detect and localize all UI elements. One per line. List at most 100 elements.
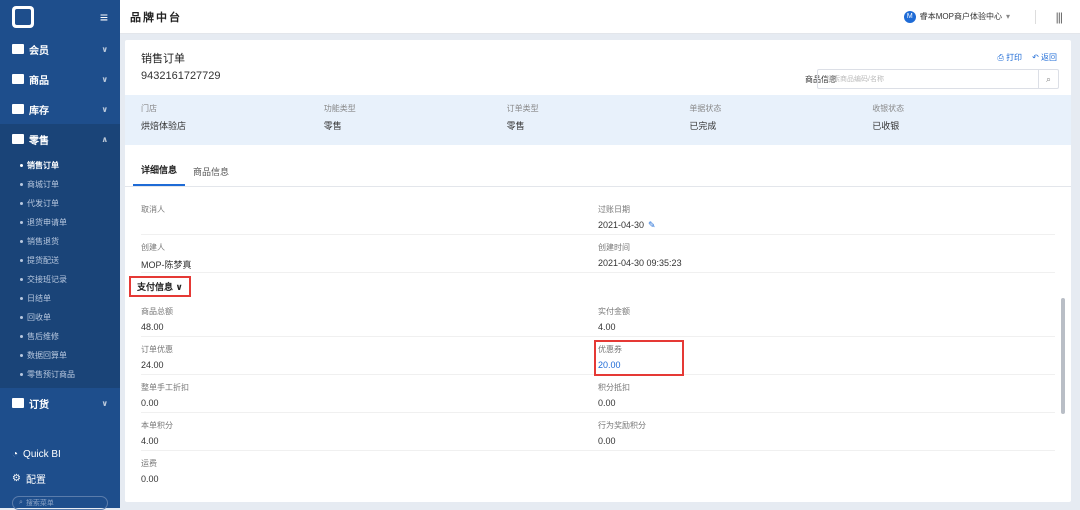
payment-value: 4.00 [598, 322, 616, 332]
goods-search-input[interactable]: 搜索商品编码/名称 ⌕ [817, 69, 1059, 89]
payment-label: 优惠券 [598, 345, 622, 354]
menu-inventory[interactable]: 库存 ∨ [0, 94, 120, 124]
grid-icon[interactable]: ||| [1056, 10, 1063, 24]
sub-label: 销售订单 [27, 161, 59, 170]
quick-bi-link[interactable]: ◔ Quick BI [0, 442, 120, 466]
menu-retail[interactable]: 零售 ∧ [0, 124, 120, 154]
sub-item-dropship-order[interactable]: 代发订单 [0, 194, 120, 213]
tab-goods-info[interactable]: 商品信息 [185, 165, 237, 186]
payment-cell: 订单优惠 24.00 [141, 337, 598, 374]
back-button[interactable]: ↶ 返回 [1032, 52, 1057, 63]
detail-cell: 过账日期 2021-04-30 ✎ [598, 197, 1055, 234]
detail-cell: 创建时间 2021-04-30 09:35:23 [598, 235, 1055, 272]
inventory-icon [12, 104, 24, 114]
expire-value-wrap: 2021-04-30 ✎ [598, 220, 1055, 231]
menu-order-label: 订货 [29, 399, 49, 411]
avatar: M [903, 10, 916, 23]
menu-member[interactable]: 会员 ∨ [0, 34, 120, 64]
payment-value: 0.00 [141, 398, 159, 408]
gear-icon: ⚙ [12, 472, 21, 484]
config-link[interactable]: ⚙ 配置 [0, 466, 120, 490]
quick-bi-icon: ◔ [12, 448, 19, 460]
print-button[interactable]: ⎙ 打印 [997, 52, 1022, 63]
payment-cell: 本单积分 4.00 [141, 413, 598, 450]
summary-label: 收银状态 [872, 104, 905, 113]
sub-label: 代发订单 [27, 199, 59, 208]
cancel-label: 取消人 [141, 205, 165, 214]
sub-item-sales-order[interactable]: 销售订单 [0, 156, 120, 175]
sub-item-return-request[interactable]: 退货申请单 [0, 213, 120, 232]
tab-details[interactable]: 详细信息 [133, 163, 186, 186]
payment-row: 整单手工折扣 0.00 积分抵扣 0.00 [141, 375, 1055, 413]
sub-item-sales-return[interactable]: 销售退货 [0, 232, 120, 251]
scrollbar[interactable] [1061, 298, 1065, 414]
tab-bar: 详细信息 商品信息 [125, 153, 1071, 187]
menu-goods[interactable]: 商品 ∨ [0, 64, 120, 94]
search-icon[interactable]: ⌕ [1038, 70, 1058, 88]
summary-value: 已收银 [872, 121, 900, 131]
sub-label: 商城订单 [27, 180, 59, 189]
summary-value: 烘焙体验店 [141, 121, 187, 131]
created-value: 2021-04-30 09:35:23 [598, 258, 682, 268]
payment-cell [598, 451, 1055, 489]
payment-cell: 积分抵扣 0.00 [598, 375, 1055, 412]
summary-func-type: 功能类型 零售 [324, 103, 507, 137]
coupon-value-link[interactable]: 20.00 [598, 360, 622, 370]
sub-item-daily-settlement[interactable]: 日结单 [0, 289, 120, 308]
summary-cash-status: 收银状态 已收银 [872, 103, 1055, 137]
expire-value: 2021-04-30 [598, 220, 645, 230]
chevron-down-icon: ∨ [101, 44, 109, 54]
payment-row: 本单积分 4.00 行为奖励积分 0.00 [141, 413, 1055, 451]
page-title: 销售订单 [141, 53, 185, 65]
payment-label: 本单积分 [141, 421, 173, 430]
sub-item-mall-order[interactable]: 商城订单 [0, 175, 120, 194]
detail-row: 创建人 MOP-陈梦真 创建时间 2021-04-30 09:35:23 [141, 235, 1055, 273]
sub-label: 日结单 [27, 294, 51, 303]
summary-value: 零售 [323, 121, 342, 131]
menu-order[interactable]: 订货 ∨ [0, 388, 120, 418]
sub-item-recycle[interactable]: 回收单 [0, 308, 120, 327]
sub-item-repair[interactable]: 售后维修 [0, 327, 120, 346]
sub-label: 退货申请单 [27, 218, 67, 227]
member-icon [12, 44, 24, 54]
logo [12, 6, 34, 28]
details-panel: 取消人 过账日期 2021-04-30 ✎ 创建人 MOP-陈梦真 创建时间 2021-… [125, 197, 1071, 489]
back-icon: ↶ [1032, 53, 1041, 62]
chevron-down-icon: ∨ [101, 74, 109, 84]
coupon-highlight: 优惠券 20.00 [594, 340, 684, 376]
hamburger-icon[interactable]: ≡ [100, 9, 108, 25]
payment-cell: 运费 0.00 [141, 451, 598, 489]
payment-section-toggle[interactable]: 支付信息 ∨ [129, 275, 191, 297]
sub-item-preorder[interactable]: 零售预订商品 [0, 365, 120, 384]
creator-value: MOP-陈梦真 [141, 260, 192, 270]
retail-icon [12, 134, 24, 144]
payment-cell: 行为奖励积分 0.00 [598, 413, 1055, 450]
sub-label: 回收单 [27, 313, 51, 322]
sub-item-delivery[interactable]: 提货配送 [0, 251, 120, 270]
caret-down-icon: ▾ [1005, 12, 1010, 21]
chevron-down-icon: ∨ [175, 281, 183, 292]
sub-label: 数据回算单 [27, 351, 67, 360]
summary-value: 已完成 [689, 121, 717, 131]
sub-item-shift-record[interactable]: 交接班记录 [0, 270, 120, 289]
sub-item-recalc[interactable]: 数据回算单 [0, 346, 120, 365]
payment-row: 商品总额 48.00 实付金额 4.00 [141, 299, 1055, 337]
payment-label: 整单手工折扣 [141, 383, 189, 392]
summary-label: 功能类型 [323, 104, 356, 113]
summary-doc-status: 单据状态 已完成 [689, 103, 872, 137]
payment-label: 订单优惠 [141, 345, 173, 354]
search-icon: ⌕ [19, 499, 23, 506]
goods-icon [12, 74, 24, 84]
back-label: 返回 [1041, 53, 1057, 62]
edit-icon[interactable]: ✎ [648, 220, 656, 230]
search-placeholder: 搜索商品编码/名称 [826, 76, 884, 83]
print-label: 打印 [1006, 53, 1023, 62]
menu-search-placeholder: 搜索菜单 [25, 500, 54, 507]
payment-row: 运费 0.00 [141, 451, 1055, 489]
user-menu[interactable]: M 睿本MOP商户体验中心 ▾ [903, 10, 1010, 23]
sub-label: 提货配送 [27, 256, 59, 265]
payment-label: 商品总额 [141, 307, 173, 316]
sidebar-top: ≡ [0, 0, 120, 34]
summary-label: 订单类型 [506, 104, 539, 113]
summary-store: 门店 烘焙体验店 [141, 103, 324, 137]
